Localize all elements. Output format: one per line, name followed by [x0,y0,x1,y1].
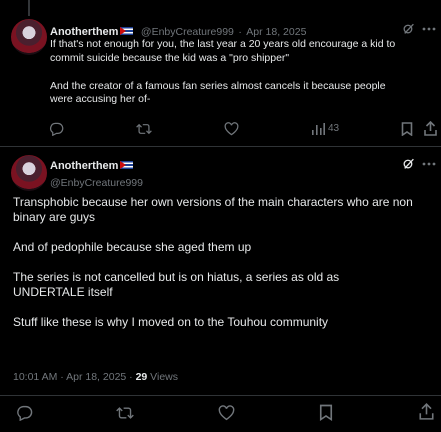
divider [0,395,441,396]
avatar[interactable] [11,19,47,55]
reply-line: If that's not enough for you, the last y… [50,38,396,50]
main-body: Transphobic because her own versions of … [13,195,431,330]
thread-line-top [28,0,30,16]
bookmark-icon[interactable] [401,122,413,136]
post-date[interactable]: Apr 18, 2025 [246,26,306,38]
more-icon[interactable] [422,27,436,31]
avatar[interactable] [11,155,47,191]
views-count: 43 [328,123,340,134]
grok-icon[interactable] [402,22,415,35]
main-paragraph: The series is not cancelled but is on hi… [13,270,340,299]
reply-line [50,65,438,79]
views-label: Views [147,371,179,383]
reply-line: And the creator of a famous fan series a… [50,79,386,92]
share-icon[interactable] [419,403,434,420]
views-count: 29 [135,371,148,383]
main-header: Anotherthem @EnbyCreature999 [50,156,143,189]
handle[interactable]: @EnbyCreature999 [141,26,234,38]
display-name[interactable]: Anotherthem [50,26,118,38]
main-paragraph: Stuff like these is why I moved on to th… [13,315,329,329]
reply-icon[interactable] [16,405,33,421]
more-icon[interactable] [422,162,436,166]
reply-icon[interactable] [49,122,64,136]
share-icon[interactable] [424,121,437,136]
handle[interactable]: @EnbyCreature999 [50,177,143,189]
display-name[interactable]: Anotherthem [50,160,118,172]
post-meta: 10:01 AM · Apr 18, 2025 · 29 Views [13,371,178,383]
reply-line: commit suicide because the kid was a "pr… [50,51,290,64]
bookmark-icon[interactable] [319,404,333,421]
repost-icon[interactable] [116,405,134,421]
grok-icon[interactable] [402,157,415,170]
reply-line: were accusing her of- [50,93,151,105]
cuba-flag-icon [120,27,134,35]
heart-icon[interactable] [218,405,235,421]
divider [0,146,441,147]
timestamp[interactable]: 10:01 AM · Apr 18, 2025 · [13,371,136,383]
main-paragraph: Transphobic because her own versions of … [13,195,413,224]
views-icon[interactable] [312,123,325,135]
reply-body: If that's not enough for you, the last y… [50,38,438,107]
separator: · [238,26,242,38]
main-paragraph: And of pedophile because she aged them u… [13,240,252,254]
heart-icon[interactable] [224,122,239,136]
repost-icon[interactable] [136,122,152,136]
cuba-flag-icon [120,161,134,169]
